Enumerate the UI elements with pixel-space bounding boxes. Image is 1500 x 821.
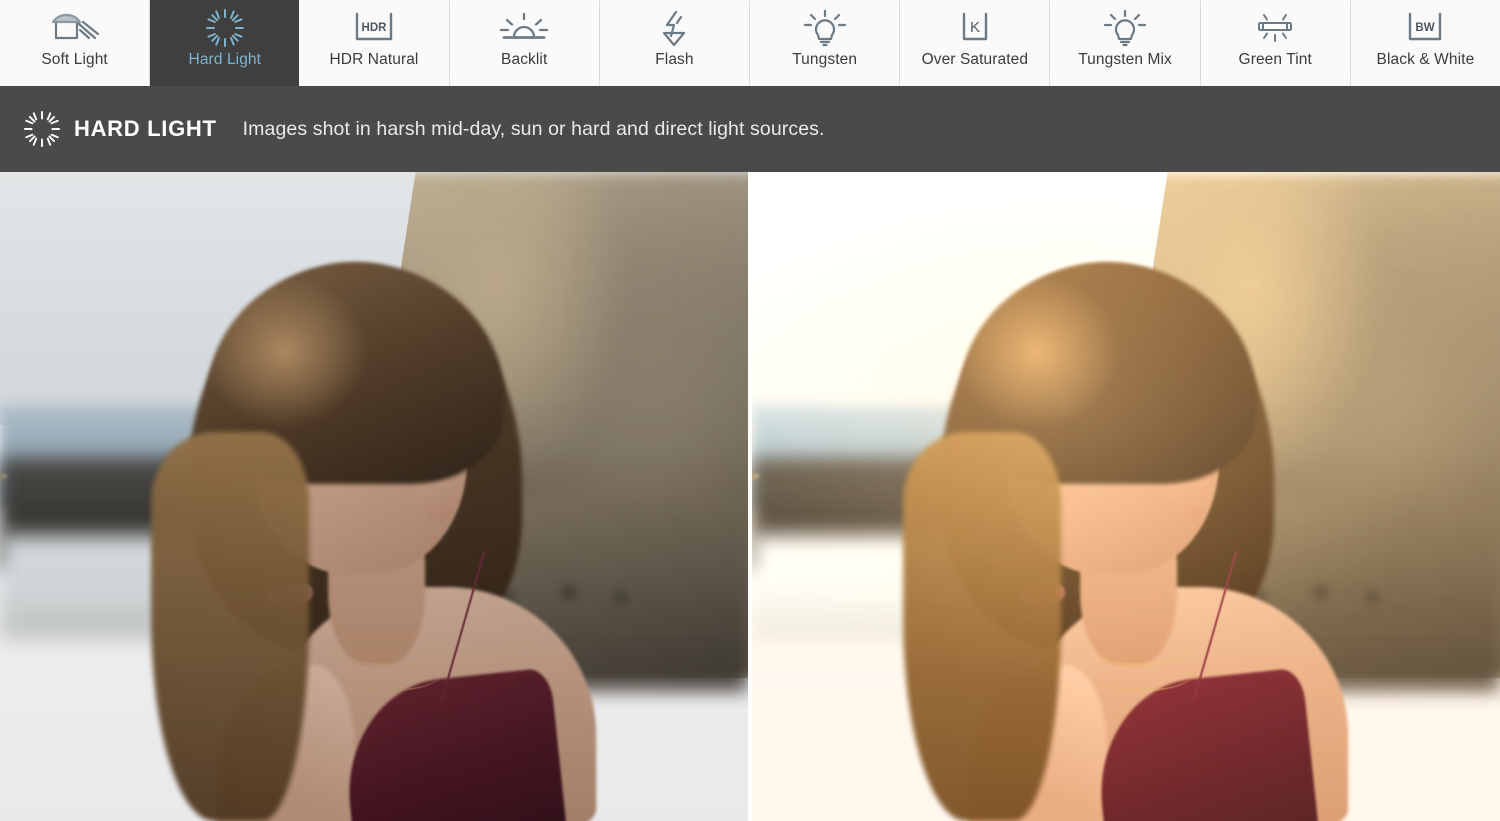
hdr-bracket-icon: HDR (342, 6, 406, 50)
after-image[interactable] (752, 172, 1500, 821)
preset-comparison-app: Soft Light Hard Light HDR HDR Natural Ba… (0, 0, 1500, 821)
sunrise-icon (492, 6, 556, 50)
tab-over-saturated[interactable]: K Over Saturated (900, 0, 1051, 86)
tab-label: Backlit (501, 51, 548, 68)
preset-description-text: Images shot in harsh mid-day, sun or har… (242, 117, 825, 140)
preset-title: HARD LIGHT (74, 116, 217, 141)
tab-label: Soft Light (41, 51, 108, 68)
hair-falling (151, 431, 310, 821)
tab-tungsten-mix[interactable]: Tungsten Mix (1050, 0, 1201, 86)
photo-scene-before (0, 172, 748, 821)
tab-soft-light[interactable]: Soft Light (0, 0, 151, 86)
svg-text:BW: BW (1416, 22, 1435, 34)
tab-green-tint[interactable]: Green Tint (1200, 0, 1352, 86)
lightbulb-icon (793, 6, 857, 50)
svg-text:K: K (970, 19, 980, 36)
tab-label: Green Tint (1238, 51, 1312, 68)
tab-label: Tungsten Mix (1078, 51, 1172, 68)
tab-label: Over Saturated (921, 51, 1029, 68)
tab-label: Hard Light (188, 51, 262, 68)
portrait-subject (752, 172, 1358, 821)
portrait-subject (0, 172, 606, 821)
fluorescent-tube-icon (1243, 6, 1307, 50)
before-image[interactable] (0, 172, 748, 821)
tab-black-and-white[interactable]: BW Black & White (1350, 0, 1500, 86)
tab-hdr-natural[interactable]: HDR HDR Natural (299, 0, 450, 86)
before-after-comparison (0, 172, 1500, 821)
svg-text:HDR: HDR (362, 22, 388, 34)
preset-tab-bar: Soft Light Hard Light HDR HDR Natural Ba… (0, 0, 1500, 86)
tab-label: Flash (655, 51, 694, 68)
tab-tungsten[interactable]: Tungsten (750, 0, 901, 86)
softbox-icon (43, 6, 107, 50)
sunburst-icon (20, 107, 64, 151)
sunburst-icon (193, 6, 257, 50)
preset-description-bar: HARD LIGHT Images shot in harsh mid-day,… (0, 86, 1500, 172)
flash-bolt-icon (642, 6, 706, 50)
tab-flash[interactable]: Flash (599, 0, 751, 86)
kelvin-bracket-icon: K (943, 6, 1007, 50)
tab-label: Tungsten (792, 51, 858, 68)
bw-bracket-icon: BW (1393, 6, 1457, 50)
tab-hard-light[interactable]: Hard Light (150, 0, 300, 86)
lightbulb-icon (1093, 6, 1157, 50)
photo-scene-after (752, 172, 1500, 821)
tab-label: HDR Natural (329, 51, 419, 68)
hair-falling (903, 431, 1062, 821)
tab-label: Black & White (1376, 51, 1475, 68)
tab-backlit[interactable]: Backlit (449, 0, 601, 86)
